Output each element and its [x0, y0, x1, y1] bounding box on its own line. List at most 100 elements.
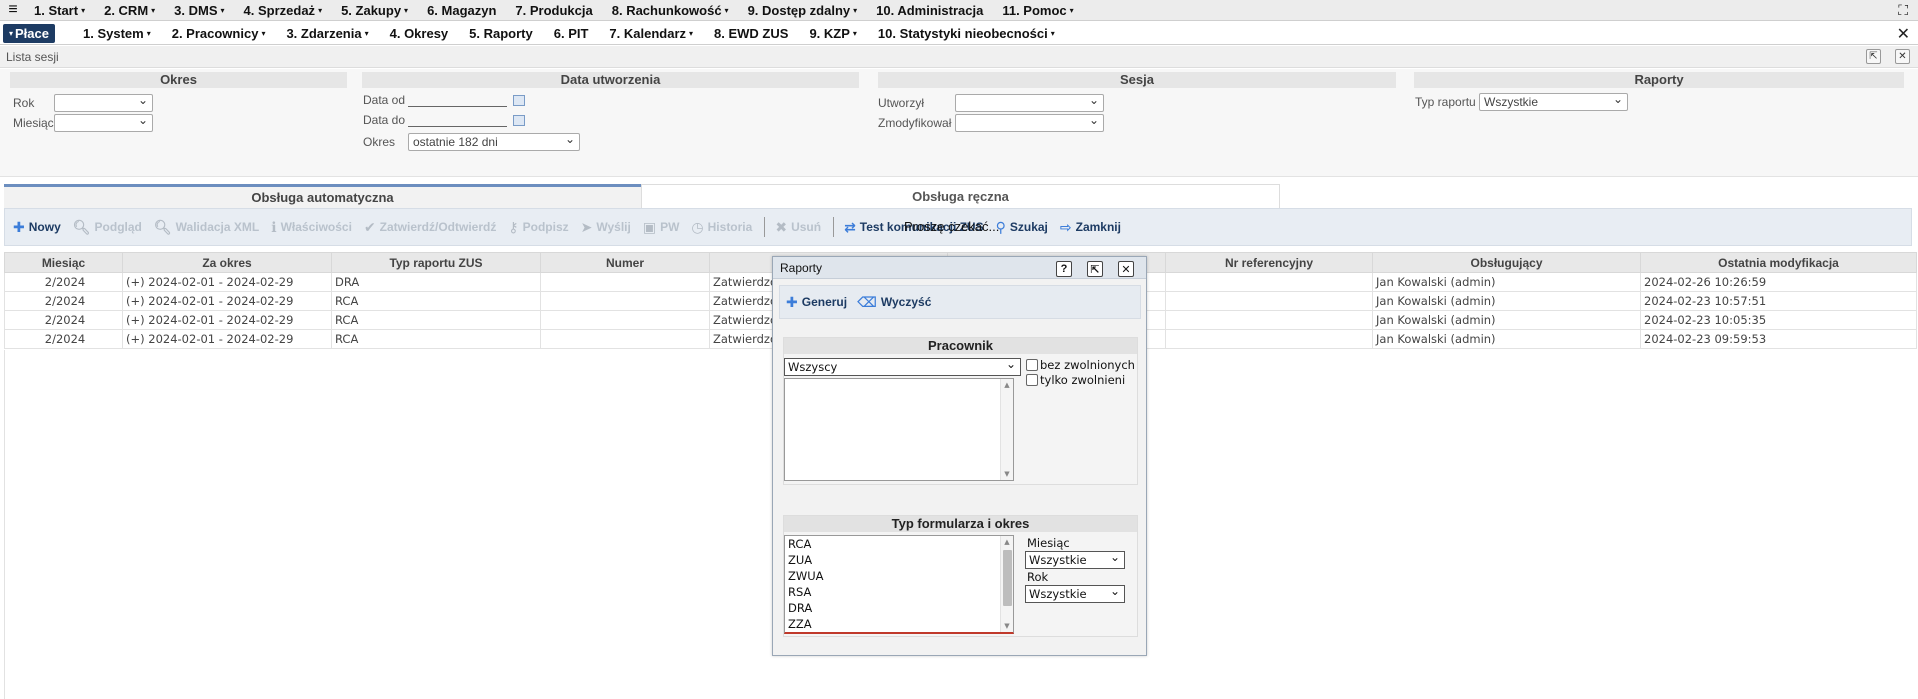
hamburger-menu-icon[interactable]: ≡	[2, 0, 24, 21]
submenu-item[interactable]: 4. Okresy	[390, 26, 449, 41]
table-cell	[1165, 310, 1373, 330]
column-header[interactable]: Nr referencyjny	[1165, 252, 1373, 273]
tab-obsluga-automatyczna[interactable]: Obsługa automatyczna	[4, 184, 641, 208]
calendar-icon[interactable]	[513, 94, 525, 106]
fullscreen-icon[interactable]: ⛶	[1898, 2, 1908, 19]
dialog-titlebar: Raporty ? ⇱ ✕	[773, 257, 1146, 279]
pracownik-select[interactable]: Wszyscy	[784, 356, 1021, 376]
tylko-zwolnieni-checkbox[interactable]: tylko zwolnieni	[1026, 373, 1125, 387]
table-cell: RCA	[331, 329, 541, 349]
wlasciwosci-button[interactable]: ℹ Właściwości	[271, 219, 352, 236]
help-icon[interactable]: ?	[1056, 261, 1072, 277]
chevron-down-icon: ▾	[1050, 28, 1055, 38]
menu-item[interactable]: 4. Sprzedaż ▾	[244, 3, 323, 18]
scrollbar[interactable]: ▲ ▼	[1000, 536, 1013, 632]
wyczysc-button[interactable]: ⌫ Wyczyść	[857, 294, 931, 311]
calendar-icon[interactable]	[513, 114, 525, 126]
list-item[interactable]: ZWUA	[785, 568, 1013, 584]
popout-icon[interactable]: ⇱	[1866, 49, 1881, 64]
list-item[interactable]: DRA	[785, 600, 1013, 616]
menu-item[interactable]: 1. Start ▾	[34, 3, 85, 18]
szukaj-button[interactable]: ⚲ Szukaj	[996, 219, 1048, 236]
filter-group-okres-header: Okres	[10, 72, 347, 88]
key-icon: ⚷	[508, 218, 519, 235]
rok-row: Rok	[13, 92, 153, 112]
submenu-item[interactable]: 9. KZP ▾	[809, 26, 856, 41]
module-switcher-place[interactable]: ▾ Płace	[3, 23, 55, 43]
close-dialog-icon[interactable]: ✕	[1118, 261, 1134, 277]
scrollbar-thumb[interactable]	[1003, 550, 1012, 606]
column-header[interactable]: Typ raportu ZUS	[331, 252, 541, 273]
menu-item[interactable]: 5. Zakupy ▾	[341, 3, 408, 18]
checkbox-box[interactable]	[1026, 374, 1038, 386]
menu-item[interactable]: 2. CRM ▾	[104, 3, 155, 18]
zatwierdz-button[interactable]: ✔ Zatwierdź/Odtwierdź	[364, 219, 496, 236]
data-od-input[interactable]	[408, 93, 507, 107]
column-header[interactable]: Miesiąc	[4, 252, 123, 273]
usun-button[interactable]: ✖ Usuń	[775, 219, 821, 236]
main-menubar: ≡ 1. Start ▾ 2. CRM ▾ 3. DMS ▾ 4. Sprzedaż ▾ 5. …	[0, 0, 1918, 21]
submenu-item[interactable]: 2. Pracownicy ▾	[172, 26, 266, 41]
submenu-item[interactable]: 6. PIT	[554, 26, 589, 41]
checkbox-box[interactable]	[1026, 359, 1038, 371]
pw-button[interactable]: ▣ PW	[643, 219, 680, 236]
table-cell: (+) 2024-02-01 - 2024-02-29	[122, 310, 332, 330]
okres-select[interactable]: ostatnie 182 dni	[408, 131, 580, 151]
generuj-button[interactable]: ✚ Generuj	[786, 294, 847, 311]
submenu-item[interactable]: 1. System ▾	[83, 26, 151, 41]
table-cell: (+) 2024-02-01 - 2024-02-29	[122, 272, 332, 292]
dialog-rok-select[interactable]: Wszystkie	[1025, 583, 1125, 603]
dialog-miesiac-select[interactable]: Wszystkie	[1025, 549, 1125, 569]
submenu-item[interactable]: 8. EWD ZUS	[714, 26, 788, 41]
utworzyl-label: Utworzył	[878, 96, 925, 110]
close-window-icon[interactable]: ✕	[1895, 49, 1910, 64]
tab-obsluga-reczna[interactable]: Obsługa ręczna	[641, 184, 1280, 208]
generuj-label: Generuj	[801, 295, 848, 309]
zamknij-button[interactable]: ⇨ Zamknij	[1060, 219, 1121, 236]
podglad-button[interactable]: 🔍︎ Podgląd	[73, 219, 142, 236]
list-item[interactable]: RCA	[785, 536, 1013, 552]
filter-group-raporty: Raporty	[1414, 72, 1904, 88]
popout-icon[interactable]: ⇱	[1087, 261, 1103, 277]
menu-item[interactable]: 9. Dostęp zdalny ▾	[748, 3, 858, 18]
menu-item[interactable]: 3. DMS ▾	[174, 3, 224, 18]
column-header[interactable]: Ostatnia modyfikacja	[1640, 252, 1917, 273]
submenu-item[interactable]: 7. Kalendarz ▾	[609, 26, 693, 41]
wyslij-button[interactable]: ➤ Wyślij	[581, 219, 631, 236]
nowy-button[interactable]: ✚ Nowy	[13, 219, 61, 236]
typ-raportu-select[interactable]: Wszystkie	[1479, 91, 1628, 111]
scrollbar[interactable]: ▲ ▼	[1000, 379, 1013, 480]
bez-zwolnionych-checkbox[interactable]: bez zwolnionych	[1026, 358, 1135, 372]
list-item[interactable]: ZUA	[785, 552, 1013, 568]
tylko-zwolnieni-label: tylko zwolnieni	[1040, 373, 1126, 387]
chevron-down-icon: ▾	[1069, 5, 1074, 15]
menu-item[interactable]: 7. Produkcja	[515, 3, 592, 18]
submenu-item[interactable]: 10. Statystyki nieobecności ▾	[878, 26, 1055, 41]
submenu-item[interactable]: 5. Raporty	[469, 26, 533, 41]
rok-select[interactable]	[54, 92, 153, 112]
rok-label: Rok	[13, 96, 35, 110]
data-do-input[interactable]	[408, 113, 507, 127]
close-module-icon[interactable]: ✕	[1897, 24, 1910, 44]
utworzyl-select[interactable]	[955, 92, 1104, 112]
typ-raportu-label: Typ raportu	[1415, 95, 1476, 109]
menu-item[interactable]: 10. Administracja	[876, 3, 983, 18]
miesiac-select[interactable]	[54, 112, 153, 132]
walidacja-xml-button[interactable]: 🔍︎ Walidacja XML	[154, 219, 259, 236]
pracownik-listbox[interactable]: ▲ ▼	[784, 378, 1014, 481]
column-header[interactable]: Za okres	[122, 252, 332, 273]
list-item[interactable]: RSA	[785, 584, 1013, 600]
plus-icon: ✚	[13, 218, 25, 235]
zmodyfikowal-select[interactable]	[955, 112, 1104, 132]
submenu-item[interactable]: 3. Zdarzenia ▾	[286, 26, 368, 41]
podpisz-button[interactable]: ⚷ Podpisz	[508, 219, 568, 236]
list-item[interactable]: ZZA	[785, 616, 1013, 632]
column-header[interactable]: Obsługujący	[1372, 252, 1641, 273]
menu-item[interactable]: 11. Pomoc ▾	[1002, 3, 1073, 18]
historia-button[interactable]: ◷ Historia	[691, 219, 752, 236]
typ-formularza-listbox[interactable]: RCA ZUA ZWUA RSA DRA ZZA ▲ ▼	[784, 535, 1014, 634]
checkmark-icon: ✔	[363, 218, 376, 235]
menu-item[interactable]: 8. Rachunkowość ▾	[612, 3, 729, 18]
menu-item[interactable]: 6. Magazyn	[427, 3, 496, 18]
column-header[interactable]: Numer	[540, 252, 710, 273]
